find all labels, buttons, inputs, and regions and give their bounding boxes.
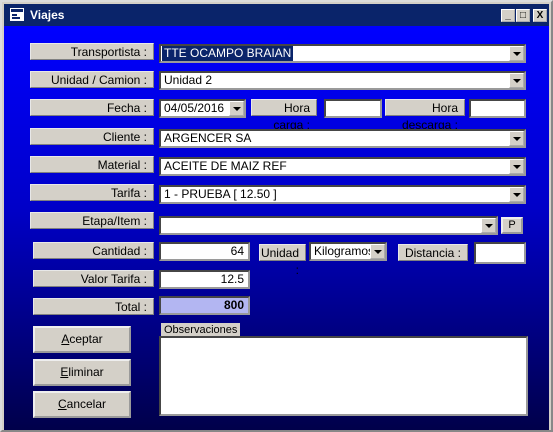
cantidad-input[interactable]: 64 [159,242,250,261]
label-etapa-item: Etapa/Item : [30,212,154,229]
transportista-value: TTE OCAMPO BRAIAN [162,46,294,61]
tarifa-value: 1 - PRUEBA [ 12.50 ] [164,187,277,201]
chevron-down-icon[interactable] [481,218,496,233]
close-button[interactable]: X [533,9,547,22]
label-unidad-medida: Unidad : [259,244,306,277]
chevron-down-icon[interactable] [370,244,385,259]
label-valor-tarifa: Valor Tarifa : [33,270,154,287]
form-icon [10,8,24,21]
minimize-button[interactable]: _ [501,9,515,22]
eliminar-rest: liminar [68,365,104,379]
total-value: 800 [159,296,250,315]
cliente-value: ARGENCER SA [164,131,252,145]
label-cliente: Cliente : [30,128,154,145]
chevron-down-icon[interactable] [509,159,524,174]
label-hora-descarga: Hora descarga : [385,99,465,132]
aceptar-rest: ceptar [69,332,103,346]
window-title: Viajes [30,8,65,22]
label-fecha: Fecha : [30,99,154,116]
label-material: Material : [30,156,154,173]
cancelar-rest: ancelar [66,397,107,411]
label-unidad-camion: Unidad / Camion : [30,71,154,88]
viajes-window: Viajes _ □ X Transportista : TTE OCAMPO … [0,0,553,432]
cancelar-button[interactable]: Cancelar [33,391,131,418]
tarifa-combo[interactable]: 1 - PRUEBA [ 12.50 ] [159,185,526,204]
fecha-picker[interactable]: 04/05/2016 [159,99,246,118]
chevron-down-icon[interactable] [509,187,524,202]
distancia-input[interactable] [474,242,526,264]
unidad-medida-value: Kilogramos [314,244,375,258]
observaciones-textarea[interactable] [159,336,528,416]
label-cantidad: Cantidad : [33,242,154,259]
eliminar-button[interactable]: Eliminar [33,359,131,386]
cancelar-accel: C [57,397,67,411]
hora-carga-input[interactable] [324,99,382,118]
aceptar-button[interactable]: Aceptar [33,326,131,353]
label-transportista: Transportista : [30,43,154,60]
chevron-down-icon[interactable] [509,46,524,61]
chevron-down-icon[interactable] [229,101,244,116]
transportista-combo[interactable]: TTE OCAMPO BRAIAN [159,44,526,63]
fecha-value: 04/05/2016 [164,101,225,115]
title-bar[interactable]: Viajes _ □ X [4,4,549,26]
hora-descarga-input[interactable] [469,99,526,118]
label-distancia: Distancia : [398,244,468,261]
unidad-camion-value: Unidad 2 [164,73,213,87]
etapa-p-button[interactable]: P [501,217,523,234]
label-hora-carga: Hora carga : [251,99,317,132]
material-combo[interactable]: ACEITE DE MAIZ REF [159,157,526,176]
label-total: Total : [33,298,154,315]
chevron-down-icon[interactable] [509,73,524,88]
unidad-medida-combo[interactable]: Kilogramos [309,242,387,261]
unidad-camion-combo[interactable]: Unidad 2 [159,71,526,90]
maximize-button[interactable]: □ [516,9,530,22]
valor-tarifa-input[interactable]: 12.5 [159,270,250,289]
cliente-combo[interactable]: ARGENCER SA [159,129,526,148]
chevron-down-icon[interactable] [509,131,524,146]
material-value: ACEITE DE MAIZ REF [164,159,287,173]
label-tarifa: Tarifa : [30,184,154,201]
etapa-item-combo[interactable] [159,216,498,235]
form-area: Transportista : TTE OCAMPO BRAIAN Unidad… [4,26,549,430]
observaciones-label: Observaciones [161,323,241,337]
